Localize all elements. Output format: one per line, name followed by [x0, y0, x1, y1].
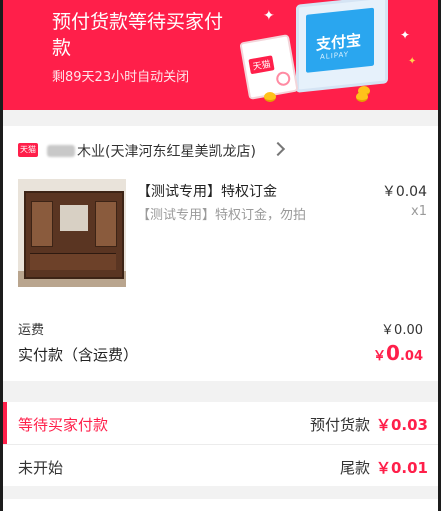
- total-paid-label: 实付款（含运费）: [18, 346, 139, 364]
- auto-close-countdown: 剩89天23小时自动关闭: [52, 70, 190, 85]
- payment-illustration: ✦ ✦ ✦ 支付宝 ALIPAY 天猫: [238, 0, 438, 110]
- sparkle-icon: ✦: [408, 56, 417, 67]
- store-name: 木业(天津河东红星美凯龙店): [47, 141, 256, 161]
- order-status-banner: 预付货款等待买家付款 剩89天23小时自动关闭 ✦ ✦ ✦ 支付宝 ALIPAY…: [3, 0, 438, 110]
- fee-summary: 运费 ￥0.00 实付款（含运费） ￥0.04: [3, 311, 438, 381]
- sparkle-icon: ✦: [263, 8, 275, 24]
- payment-stage-deposit: 等待买家付款 预付货款 ￥0.03: [3, 402, 438, 444]
- product-title: 【测试专用】特权订金: [137, 184, 277, 200]
- tmall-card-icon: 天猫: [239, 34, 299, 100]
- active-indicator: [3, 402, 7, 444]
- sparkle-icon: ✦: [400, 28, 411, 42]
- product-quantity: x1: [411, 204, 427, 219]
- next-section-edge: [3, 499, 438, 511]
- coin-icon: [356, 92, 368, 102]
- product-item[interactable]: 【测试专用】特权订金 【测试专用】特权订金，勿拍 ￥0.04 x1: [3, 171, 438, 311]
- redacted-mask: [47, 145, 75, 157]
- product-thumbnail: [18, 179, 126, 287]
- tmall-icon: 天猫: [18, 143, 38, 157]
- store-name-text: 木业(天津河东红星美凯龙店): [77, 144, 256, 160]
- store-row[interactable]: 天猫 木业(天津河东红星美凯龙店): [3, 126, 438, 171]
- payment-stage-amount: 预付货款 ￥0.03: [309, 416, 428, 434]
- shipping-value: ￥0.00: [381, 323, 423, 338]
- shipping-label: 运费: [18, 323, 45, 338]
- order-detail-page: 预付货款等待买家付款 剩89天23小时自动关闭 ✦ ✦ ✦ 支付宝 ALIPAY…: [3, 0, 438, 511]
- monitor-icon: 支付宝 ALIPAY: [296, 0, 388, 93]
- payment-stages: 等待买家付款 预付货款 ￥0.03 未开始 尾款 ￥0.01: [3, 402, 438, 486]
- total-paid-value: ￥0.04: [373, 341, 423, 365]
- alipay-logo-sub: ALIPAY: [320, 50, 350, 62]
- payment-stage-status: 未开始: [18, 459, 64, 477]
- coin-icon: [264, 92, 276, 102]
- payment-stage-amount: 尾款 ￥0.01: [339, 459, 428, 477]
- payment-stage-status: 等待买家付款: [18, 416, 109, 434]
- tmall-card-badge: 天猫: [248, 55, 275, 75]
- product-description: 【测试专用】特权订金，勿拍: [137, 208, 307, 223]
- payment-stage-balance: 未开始 尾款 ￥0.01: [3, 444, 438, 487]
- order-status-title: 预付货款等待买家付款: [52, 11, 224, 59]
- chevron-right-icon: [270, 141, 286, 157]
- card-seal-icon: [275, 70, 292, 87]
- product-price: ￥0.04: [381, 184, 427, 200]
